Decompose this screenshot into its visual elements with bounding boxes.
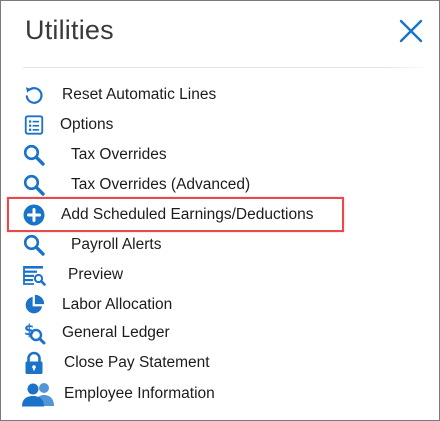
ledger-search-icon: $	[21, 320, 47, 346]
options-list-icon	[21, 112, 47, 138]
search-icon	[21, 142, 47, 168]
menu-item-tax-overrides[interactable]: Tax Overrides	[21, 142, 167, 168]
menu-item-label: General Ledger	[62, 324, 170, 341]
pie-chart-icon	[21, 292, 47, 318]
reset-icon	[21, 82, 47, 108]
panel-title: Utilities	[25, 15, 114, 45]
menu-item-add-scheduled-earnings-deductions[interactable]: Add Scheduled Earnings/Deductions	[21, 202, 313, 228]
menu-item-label: Preview	[68, 266, 124, 283]
search-icon	[21, 232, 47, 258]
lock-icon	[21, 350, 47, 376]
close-icon	[399, 19, 423, 43]
menu-item-label: Add Scheduled Earnings/Deductions	[61, 206, 314, 223]
menu-item-reset-automatic-lines[interactable]: Reset Automatic Lines	[21, 82, 216, 108]
menu-item-label: Reset Automatic Lines	[62, 86, 217, 103]
menu-item-label: Close Pay Statement	[64, 354, 210, 371]
menu-item-general-ledger[interactable]: $ General Ledger	[21, 320, 170, 346]
close-button[interactable]	[399, 19, 423, 43]
menu-item-tax-overrides-advanced[interactable]: Tax Overrides (Advanced)	[21, 172, 250, 198]
menu-item-preview[interactable]: Preview	[21, 262, 123, 288]
menu-item-close-pay-statement[interactable]: Close Pay Statement	[21, 350, 210, 376]
menu-item-label: Payroll Alerts	[71, 236, 162, 253]
add-circle-icon	[21, 202, 47, 228]
menu-item-label: Options	[60, 116, 114, 133]
menu-item-label: Tax Overrides	[71, 146, 167, 163]
menu-item-options[interactable]: Options	[21, 112, 113, 138]
people-icon	[21, 381, 55, 407]
utilities-panel: Utilities Reset Automatic Lines Options …	[0, 0, 440, 421]
menu-item-label: Labor Allocation	[62, 296, 173, 313]
menu-item-payroll-alerts[interactable]: Payroll Alerts	[21, 232, 161, 258]
menu-item-label: Tax Overrides (Advanced)	[71, 176, 251, 193]
search-icon	[21, 172, 47, 198]
menu-item-employee-information[interactable]: Employee Information	[21, 381, 215, 407]
menu-item-labor-allocation[interactable]: Labor Allocation	[21, 292, 172, 318]
preview-icon	[21, 262, 47, 288]
title-divider	[23, 67, 431, 68]
menu-item-label: Employee Information	[64, 385, 215, 402]
